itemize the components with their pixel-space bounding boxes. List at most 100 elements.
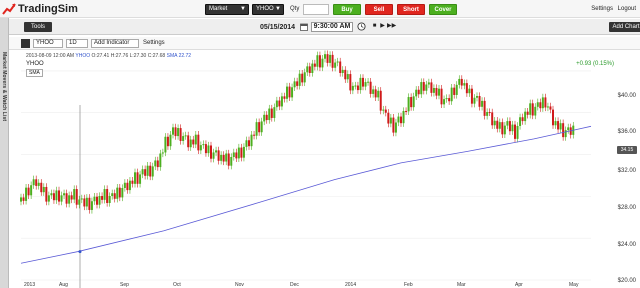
candle-body [260,121,263,133]
chart-toolbar: YHOO 1D Add Indicator Settings [9,37,640,50]
candle-body [172,127,174,135]
clock-icon[interactable] [357,22,366,31]
candle-body [182,136,185,141]
candle-body [20,197,22,202]
chart-settings-link[interactable]: Settings [143,40,165,46]
candle-body [248,140,250,147]
sell-button[interactable]: Sell [365,4,393,15]
candle-body [126,182,129,191]
candle-body [220,154,223,161]
candle-body [493,120,496,126]
candle-body [394,122,397,133]
candle-body [263,114,266,122]
order-type-value: Market [209,6,228,12]
candle-body [417,89,420,95]
candle-body [308,66,311,73]
candle-body [324,54,326,59]
x-tick: Nov [235,282,244,288]
price-chart[interactable]: 2013-08-09 12:00 AM YHOO O:27.41 H:27.76… [9,50,640,288]
candle-body [321,58,324,68]
candle-body [22,197,25,201]
candle-body [288,86,291,98]
tools-button[interactable]: Tools [24,22,52,32]
candle-body [559,123,562,130]
fast-forward-icon[interactable]: ▶▶ [387,22,396,31]
candle-body [341,69,344,73]
candle-body [273,107,276,118]
time-input[interactable]: 9:30:00 AM [311,22,353,32]
add-indicator-label: Add Indicator [94,40,130,46]
candle-body [187,135,190,148]
candle-body [313,63,316,67]
candle-body [237,147,240,159]
candle-body [468,88,471,94]
candle-body [139,174,142,184]
candle-body [346,74,349,80]
candle-body [410,97,413,108]
play-icon[interactable]: ▶ [378,22,387,31]
qty-label: Qty [290,6,300,12]
candle-body [554,121,557,126]
chart-menu-icon[interactable] [21,39,30,48]
candle-body [280,96,283,107]
x-tick: Aug [59,282,68,288]
candle-body [508,121,511,132]
candle-body [40,182,43,193]
ohlc-symbol: YHOO [75,53,91,59]
candle-body [156,160,159,168]
candle-body [149,165,152,177]
candle-body [298,73,301,86]
app-name: TradingSim [18,3,78,15]
candle-body [194,134,197,145]
calendar-icon[interactable] [300,23,308,31]
symbol-select[interactable]: YHOO ▼ [252,4,284,15]
candle-body [63,193,66,196]
candle-body [116,187,119,199]
top-links: Settings Logout [588,6,636,12]
candle-body [552,109,554,126]
candle-body [377,90,380,98]
logo-chart-icon [2,3,16,15]
candle-body [369,81,372,94]
candle-body [253,134,256,136]
candle-body [425,84,428,91]
candle-body [379,90,382,111]
x-tick: Mar [457,282,466,288]
candle-body [534,106,537,116]
interval-select[interactable]: 1D [66,39,88,48]
candle-body [546,106,549,108]
x-tick: 2013 [24,282,36,288]
candle-body [430,82,433,93]
buy-button[interactable]: Buy [333,4,361,15]
candle-body [503,125,506,135]
y-tick: $36.00 [617,129,636,135]
candle-body [529,103,532,115]
short-button[interactable]: Short [397,4,425,15]
order-type-select[interactable]: Market ▼ [205,4,249,15]
qty-input[interactable] [303,4,329,15]
candle-body [90,201,93,210]
candle-body [544,97,547,108]
candle-body [397,116,400,123]
sma-indicator-tag[interactable]: SMA [26,69,43,77]
add-indicator-select[interactable]: Add Indicator [91,39,139,48]
add-chart-button[interactable]: Add Chart [609,22,640,32]
candle-body [539,102,542,109]
cover-button[interactable]: Cover [429,4,457,15]
settings-link[interactable]: Settings [591,6,613,12]
candle-body [151,166,154,177]
candle-body [450,87,453,102]
chart-canvas[interactable] [9,50,640,288]
logout-link[interactable]: Logout [618,6,636,12]
candle-body [65,193,68,204]
candle-body [329,54,332,63]
x-tick: Feb [404,282,413,288]
candle-body [108,196,111,203]
candle-body [96,196,98,205]
ohlc-readout: 2013-08-09 12:00 AM YHOO O:27.41 H:27.76… [26,53,192,59]
candle-body [521,117,524,122]
candle-body [136,172,139,184]
chart-symbol-input[interactable]: YHOO [33,39,63,48]
watch-list-sidebar[interactable]: Market Movers & Watch List [0,18,9,288]
price-change: +0.93 (0.15%) [576,61,614,67]
